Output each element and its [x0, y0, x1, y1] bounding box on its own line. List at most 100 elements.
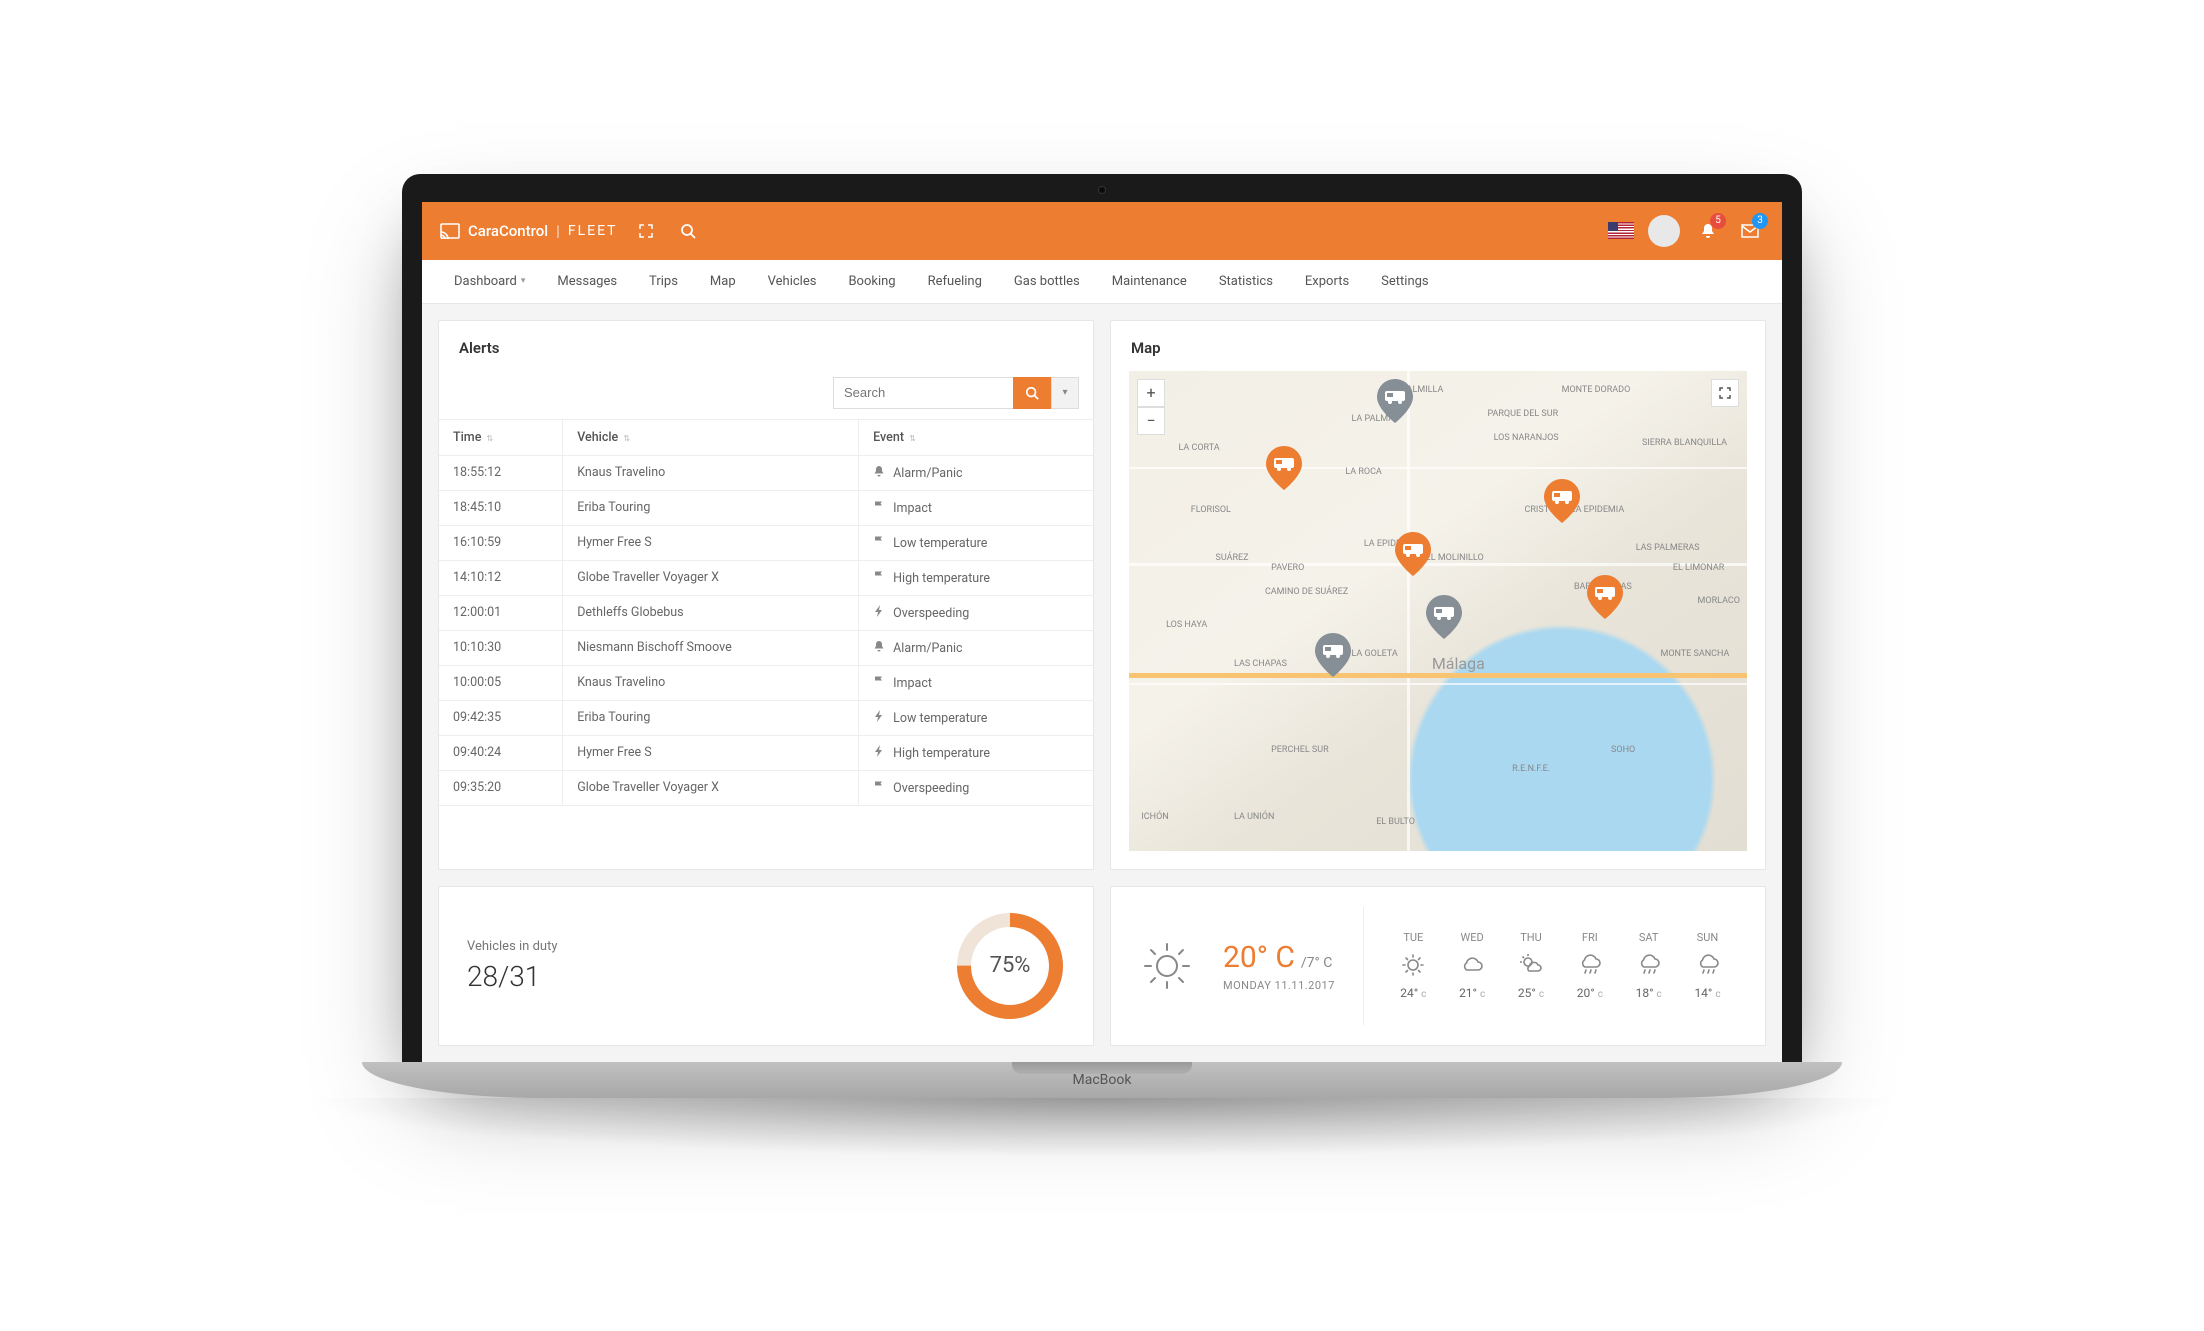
nav-maintenance[interactable]: Maintenance — [1098, 260, 1201, 303]
zoom-out-button[interactable]: − — [1137, 407, 1165, 435]
table-row[interactable]: 09:40:24Hymer Free SHigh temperature — [439, 735, 1093, 770]
cell-vehicle: Globe Traveller Voyager X — [563, 560, 859, 595]
navbar: Dashboard▾MessagesTripsMapVehiclesBookin… — [422, 260, 1782, 304]
flag-icon — [873, 500, 889, 516]
map-label: LA GOLETA — [1351, 649, 1397, 659]
cell-event: Impact — [859, 665, 1093, 700]
map-canvas[interactable]: + − LA PALMILLAMONTE DORADOLA PALMAPARQU… — [1129, 371, 1747, 851]
table-row[interactable]: 18:45:10Eriba TouringImpact — [439, 490, 1093, 525]
map-marker[interactable] — [1426, 595, 1462, 639]
map-label: R.E.N.F.E. — [1512, 764, 1550, 774]
map-label: LOS HAYA — [1166, 620, 1207, 630]
map-label: ICHÓN — [1141, 812, 1168, 822]
nav-trips[interactable]: Trips — [635, 260, 692, 303]
forecast-day: THU25° c — [1518, 931, 1544, 1000]
map-label: LA UNIÓN — [1234, 812, 1274, 822]
cell-vehicle: Knaus Travelino — [563, 455, 859, 490]
forecast-day-name: SUN — [1697, 931, 1719, 944]
col-vehicle[interactable]: Vehicle ⇅ — [563, 419, 859, 455]
bolt-icon — [873, 605, 889, 621]
table-row[interactable]: 18:55:12Knaus TravelinoAlarm/Panic — [439, 455, 1093, 490]
sort-icon: ⇅ — [623, 434, 630, 443]
sort-icon: ⇅ — [909, 434, 916, 443]
map-marker[interactable] — [1266, 446, 1302, 490]
duty-label: Vehicles in duty — [467, 939, 915, 954]
col-time[interactable]: Time ⇅ — [439, 419, 563, 455]
expand-icon[interactable] — [632, 217, 660, 245]
col-event[interactable]: Event ⇅ — [859, 419, 1093, 455]
map-label: LAS CHAPAS — [1234, 659, 1287, 669]
cell-event: Alarm/Panic — [859, 455, 1093, 490]
cell-time: 09:35:20 — [439, 770, 563, 805]
alerts-table: Time ⇅Vehicle ⇅Event ⇅ 18:55:12Knaus Tra… — [439, 419, 1093, 806]
table-row[interactable]: 14:10:12Globe Traveller Voyager XHigh te… — [439, 560, 1093, 595]
brand[interactable]: CaraControl | FLEET — [440, 222, 618, 240]
fullscreen-button[interactable] — [1711, 379, 1739, 407]
map-card: Map + − LA PALMILLAMONTE DORADOLA PALMAP… — [1110, 320, 1766, 870]
bell-icon[interactable]: 5 — [1694, 217, 1722, 245]
forecast-temp: 21° c — [1459, 986, 1485, 1000]
table-row[interactable]: 16:10:59Hymer Free SLow temperature — [439, 525, 1093, 560]
map-marker[interactable] — [1544, 479, 1580, 523]
nav-map[interactable]: Map — [696, 260, 750, 303]
nav-vehicles[interactable]: Vehicles — [754, 260, 831, 303]
nav-exports[interactable]: Exports — [1291, 260, 1363, 303]
duty-ring: 75% — [955, 911, 1065, 1021]
forecast-day: TUE24° c — [1400, 931, 1426, 1000]
search-input[interactable] — [833, 377, 1013, 409]
nav-gas-bottles[interactable]: Gas bottles — [1000, 260, 1094, 303]
cell-vehicle: Niesmann Bischoff Smoove — [563, 630, 859, 665]
cell-vehicle: Knaus Travelino — [563, 665, 859, 700]
map-label: EL BULTO — [1376, 817, 1415, 827]
zoom-in-button[interactable]: + — [1137, 379, 1165, 407]
search-dropdown-button[interactable]: ▾ — [1051, 377, 1079, 409]
cell-time: 18:55:12 — [439, 455, 563, 490]
map-marker[interactable] — [1377, 379, 1413, 423]
search-icon — [1025, 386, 1039, 400]
cell-vehicle: Hymer Free S — [563, 735, 859, 770]
flag-icon — [873, 570, 889, 586]
nav-statistics[interactable]: Statistics — [1205, 260, 1287, 303]
table-row[interactable]: 12:00:01Dethleffs GlobebusOverspeeding — [439, 595, 1093, 630]
nav-dashboard[interactable]: Dashboard▾ — [440, 260, 539, 303]
map-marker[interactable] — [1587, 575, 1623, 619]
nav-booking[interactable]: Booking — [834, 260, 909, 303]
nav-settings[interactable]: Settings — [1367, 260, 1442, 303]
table-row[interactable]: 10:10:30Niesmann Bischoff SmooveAlarm/Pa… — [439, 630, 1093, 665]
flag-us-icon[interactable] — [1608, 222, 1634, 239]
search-icon[interactable] — [674, 217, 702, 245]
map-marker[interactable] — [1315, 633, 1351, 677]
map-label: LA ROCA — [1345, 467, 1382, 477]
cell-vehicle: Globe Traveller Voyager X — [563, 770, 859, 805]
cell-time: 18:45:10 — [439, 490, 563, 525]
bell-icon — [873, 640, 889, 656]
map-label: CAMINO DE SUÁREZ — [1265, 587, 1348, 597]
flag-icon — [873, 675, 889, 691]
table-row[interactable]: 09:42:35Eriba TouringLow temperature — [439, 700, 1093, 735]
alerts-title: Alerts — [439, 321, 1093, 371]
temp-low: /7° C — [1301, 955, 1332, 971]
sort-icon: ⇅ — [487, 434, 494, 443]
cell-event: Low temperature — [859, 700, 1093, 735]
flag-icon — [873, 535, 889, 551]
table-row[interactable]: 09:35:20Globe Traveller Voyager XOverspe… — [439, 770, 1093, 805]
bolt-icon — [873, 710, 889, 726]
brand-sub: FLEET — [568, 223, 618, 239]
cell-time: 10:00:05 — [439, 665, 563, 700]
mail-badge: 3 — [1752, 213, 1768, 229]
forecast-day: SUN14° c — [1694, 931, 1720, 1000]
nav-messages[interactable]: Messages — [543, 260, 631, 303]
weather-sunny-icon — [1400, 952, 1426, 978]
cell-time: 16:10:59 — [439, 525, 563, 560]
forecast-temp: 25° c — [1518, 986, 1544, 1000]
table-row[interactable]: 10:00:05Knaus TravelinoImpact — [439, 665, 1093, 700]
map-label: EL LIMONAR — [1673, 563, 1724, 573]
forecast-day: FRI20° c — [1577, 931, 1603, 1000]
nav-refueling[interactable]: Refueling — [914, 260, 996, 303]
cell-event: Impact — [859, 490, 1093, 525]
avatar[interactable] — [1648, 215, 1680, 247]
mail-icon[interactable]: 3 — [1736, 217, 1764, 245]
map-marker[interactable] — [1395, 532, 1431, 576]
search-button[interactable] — [1013, 377, 1051, 409]
bell-icon — [873, 465, 889, 481]
